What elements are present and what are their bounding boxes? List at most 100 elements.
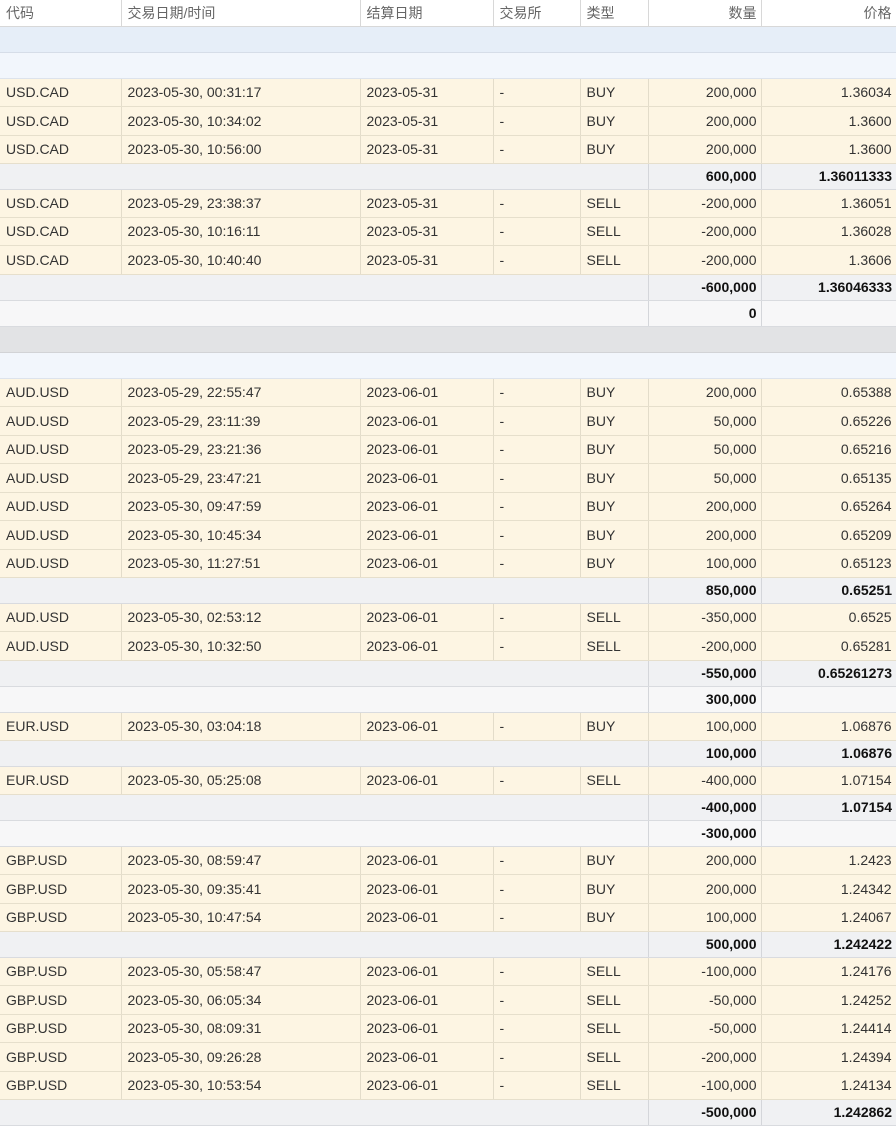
symbol-cell: AUD.USD <box>0 631 122 661</box>
quantity-cell: 200,000 <box>648 378 762 407</box>
exchange-cell: - <box>493 766 581 795</box>
price-cell: 0.65209 <box>761 520 896 550</box>
trade-datetime-cell: 2023-05-30, 11:27:51 <box>121 549 361 578</box>
quantity-cell: 200,000 <box>648 135 762 164</box>
trade-row[interactable]: GBP.USD 2023-05-30, 08:09:31 2023-06-01- SE… <box>0 1014 896 1043</box>
settle-date-cell: 2023-05-31 <box>360 106 494 136</box>
trade-row[interactable]: USD.CAD 2023-05-30, 10:16:11 2023-05-31- SE… <box>0 217 896 246</box>
settle-date-cell: 2023-06-01 <box>360 903 494 932</box>
exchange-cell: - <box>493 874 581 904</box>
trade-row[interactable]: AUD.USD 2023-05-29, 23:47:21 2023-06-01- BU… <box>0 463 896 493</box>
trade-row[interactable]: GBP.USD 2023-05-30, 08:59:47 2023-06-01- BU… <box>0 846 896 875</box>
price-cell: 1.2423 <box>761 846 896 875</box>
settle-date-cell: 2023-06-01 <box>360 378 494 407</box>
trade-row[interactable]: AUD.USD 2023-05-29, 23:21:36 2023-06-01- BU… <box>0 435 896 464</box>
quantity-cell: -400,000 <box>648 766 762 795</box>
group-header-row <box>0 26 896 53</box>
trade-datetime-cell: 2023-05-30, 05:58:47 <box>121 957 361 986</box>
quantity-cell: 50,000 <box>648 435 762 464</box>
settle-date-cell: 2023-06-01 <box>360 957 494 986</box>
trade-datetime-cell: 2023-05-30, 09:26:28 <box>121 1042 361 1072</box>
quantity-cell: 100,000 <box>648 712 762 741</box>
trade-row[interactable]: GBP.USD 2023-05-30, 06:05:34 2023-06-01- SE… <box>0 985 896 1015</box>
quantity-cell: -50,000 <box>648 1014 762 1043</box>
trade-row[interactable]: AUD.USD 2023-05-30, 10:32:50 2023-06-01- SE… <box>0 631 896 661</box>
price-cell: 1.07154 <box>761 766 896 795</box>
net-total-row: -300,000 <box>0 820 896 847</box>
quantity-cell: 100,000 <box>648 903 762 932</box>
trade-row[interactable]: USD.CAD 2023-05-30, 10:34:02 2023-05-31- BU… <box>0 106 896 136</box>
trade-datetime-cell: 2023-05-30, 03:04:18 <box>121 712 361 741</box>
trade-row[interactable]: GBP.USD 2023-05-30, 10:53:54 2023-06-01- SE… <box>0 1071 896 1100</box>
trade-row[interactable]: AUD.USD 2023-05-30, 10:45:34 2023-06-01- BU… <box>0 520 896 550</box>
price-cell: 0.65388 <box>761 378 896 407</box>
type-cell: BUY <box>580 874 649 904</box>
price-cell: 1.24176 <box>761 957 896 986</box>
trade-datetime-cell: 2023-05-30, 08:59:47 <box>121 846 361 875</box>
subtotal-quantity: 100,000 <box>647 740 762 767</box>
trade-row[interactable]: GBP.USD 2023-05-30, 09:26:28 2023-06-01- SE… <box>0 1042 896 1072</box>
trade-datetime-cell: 2023-05-29, 22:55:47 <box>121 378 361 407</box>
trade-row[interactable]: EUR.USD 2023-05-30, 05:25:08 2023-06-01- SE… <box>0 766 896 795</box>
column-header-symbol[interactable]: 代码 <box>0 0 122 27</box>
quantity-cell: 200,000 <box>648 874 762 904</box>
price-cell: 1.24067 <box>761 903 896 932</box>
symbol-cell: AUD.USD <box>0 463 122 493</box>
summary-spacer-cell <box>0 163 648 190</box>
summary-spacer-cell <box>0 660 648 687</box>
trade-row[interactable]: GBP.USD 2023-05-30, 09:35:41 2023-06-01- BU… <box>0 874 896 904</box>
column-header-trade-datetime[interactable]: 交易日期/时间 <box>121 0 361 27</box>
settle-date-cell: 2023-06-01 <box>360 1014 494 1043</box>
type-cell: BUY <box>580 406 649 436</box>
subtotal-row: -600,000 1.36046333 <box>0 274 896 301</box>
trade-row[interactable]: AUD.USD 2023-05-29, 22:55:47 2023-06-01- BU… <box>0 378 896 407</box>
type-cell: BUY <box>580 492 649 521</box>
settle-date-cell: 2023-06-01 <box>360 406 494 436</box>
settle-date-cell: 2023-06-01 <box>360 1071 494 1100</box>
exchange-cell: - <box>493 520 581 550</box>
exchange-cell: - <box>493 78 581 107</box>
trade-row[interactable]: USD.CAD 2023-05-29, 23:38:37 2023-05-31- SE… <box>0 189 896 218</box>
trade-datetime-cell: 2023-05-30, 10:34:02 <box>121 106 361 136</box>
exchange-cell: - <box>493 492 581 521</box>
trade-row[interactable]: USD.CAD 2023-05-30, 10:56:00 2023-05-31- BU… <box>0 135 896 164</box>
column-header-settle-date[interactable]: 结算日期 <box>360 0 494 27</box>
trade-row[interactable]: AUD.USD 2023-05-30, 11:27:51 2023-06-01- BU… <box>0 549 896 578</box>
trade-row[interactable]: GBP.USD 2023-05-30, 10:47:54 2023-06-01- BU… <box>0 903 896 932</box>
column-header-exchange[interactable]: 交易所 <box>493 0 581 27</box>
trade-row[interactable]: USD.CAD 2023-05-30, 00:31:17 2023-05-31- BU… <box>0 78 896 107</box>
price-cell: 0.65264 <box>761 492 896 521</box>
net-price-empty <box>761 820 896 847</box>
exchange-cell: - <box>493 903 581 932</box>
subtotal-avg-price: 1.242422 <box>761 931 896 958</box>
net-quantity: -300,000 <box>647 820 762 847</box>
trade-row[interactable]: EUR.USD 2023-05-30, 03:04:18 2023-06-01- BU… <box>0 712 896 741</box>
trade-datetime-cell: 2023-05-30, 10:45:34 <box>121 520 361 550</box>
trade-datetime-cell: 2023-05-30, 10:53:54 <box>121 1071 361 1100</box>
settle-date-cell: 2023-05-31 <box>360 245 494 275</box>
symbol-cell: AUD.USD <box>0 603 122 632</box>
symbol-cell: USD.CAD <box>0 78 122 107</box>
type-cell: SELL <box>580 217 649 246</box>
trade-row[interactable]: AUD.USD 2023-05-30, 09:47:59 2023-06-01- BU… <box>0 492 896 521</box>
column-header-price[interactable]: 价格 <box>761 0 896 27</box>
column-header-quantity[interactable]: 数量 <box>648 0 762 27</box>
exchange-cell: - <box>493 189 581 218</box>
price-cell: 1.24134 <box>761 1071 896 1100</box>
type-cell: BUY <box>580 78 649 107</box>
exchange-cell: - <box>493 603 581 632</box>
summary-spacer-cell <box>0 931 648 958</box>
trade-row[interactable]: GBP.USD 2023-05-30, 05:58:47 2023-06-01- SE… <box>0 957 896 986</box>
column-header-type[interactable]: 类型 <box>580 0 649 27</box>
symbol-cell: USD.CAD <box>0 217 122 246</box>
symbol-cell: GBP.USD <box>0 1042 122 1072</box>
trade-datetime-cell: 2023-05-30, 06:05:34 <box>121 985 361 1015</box>
trade-row[interactable]: AUD.USD 2023-05-29, 23:11:39 2023-06-01- BU… <box>0 406 896 436</box>
symbol-cell: AUD.USD <box>0 378 122 407</box>
group-header-cell <box>0 26 896 53</box>
exchange-cell: - <box>493 549 581 578</box>
subtotal-avg-price: 1.36046333 <box>761 274 896 301</box>
trade-row[interactable]: USD.CAD 2023-05-30, 10:40:40 2023-05-31- SE… <box>0 245 896 275</box>
trade-row[interactable]: AUD.USD 2023-05-30, 02:53:12 2023-06-01- SE… <box>0 603 896 632</box>
subtotal-quantity: -600,000 <box>647 274 762 301</box>
